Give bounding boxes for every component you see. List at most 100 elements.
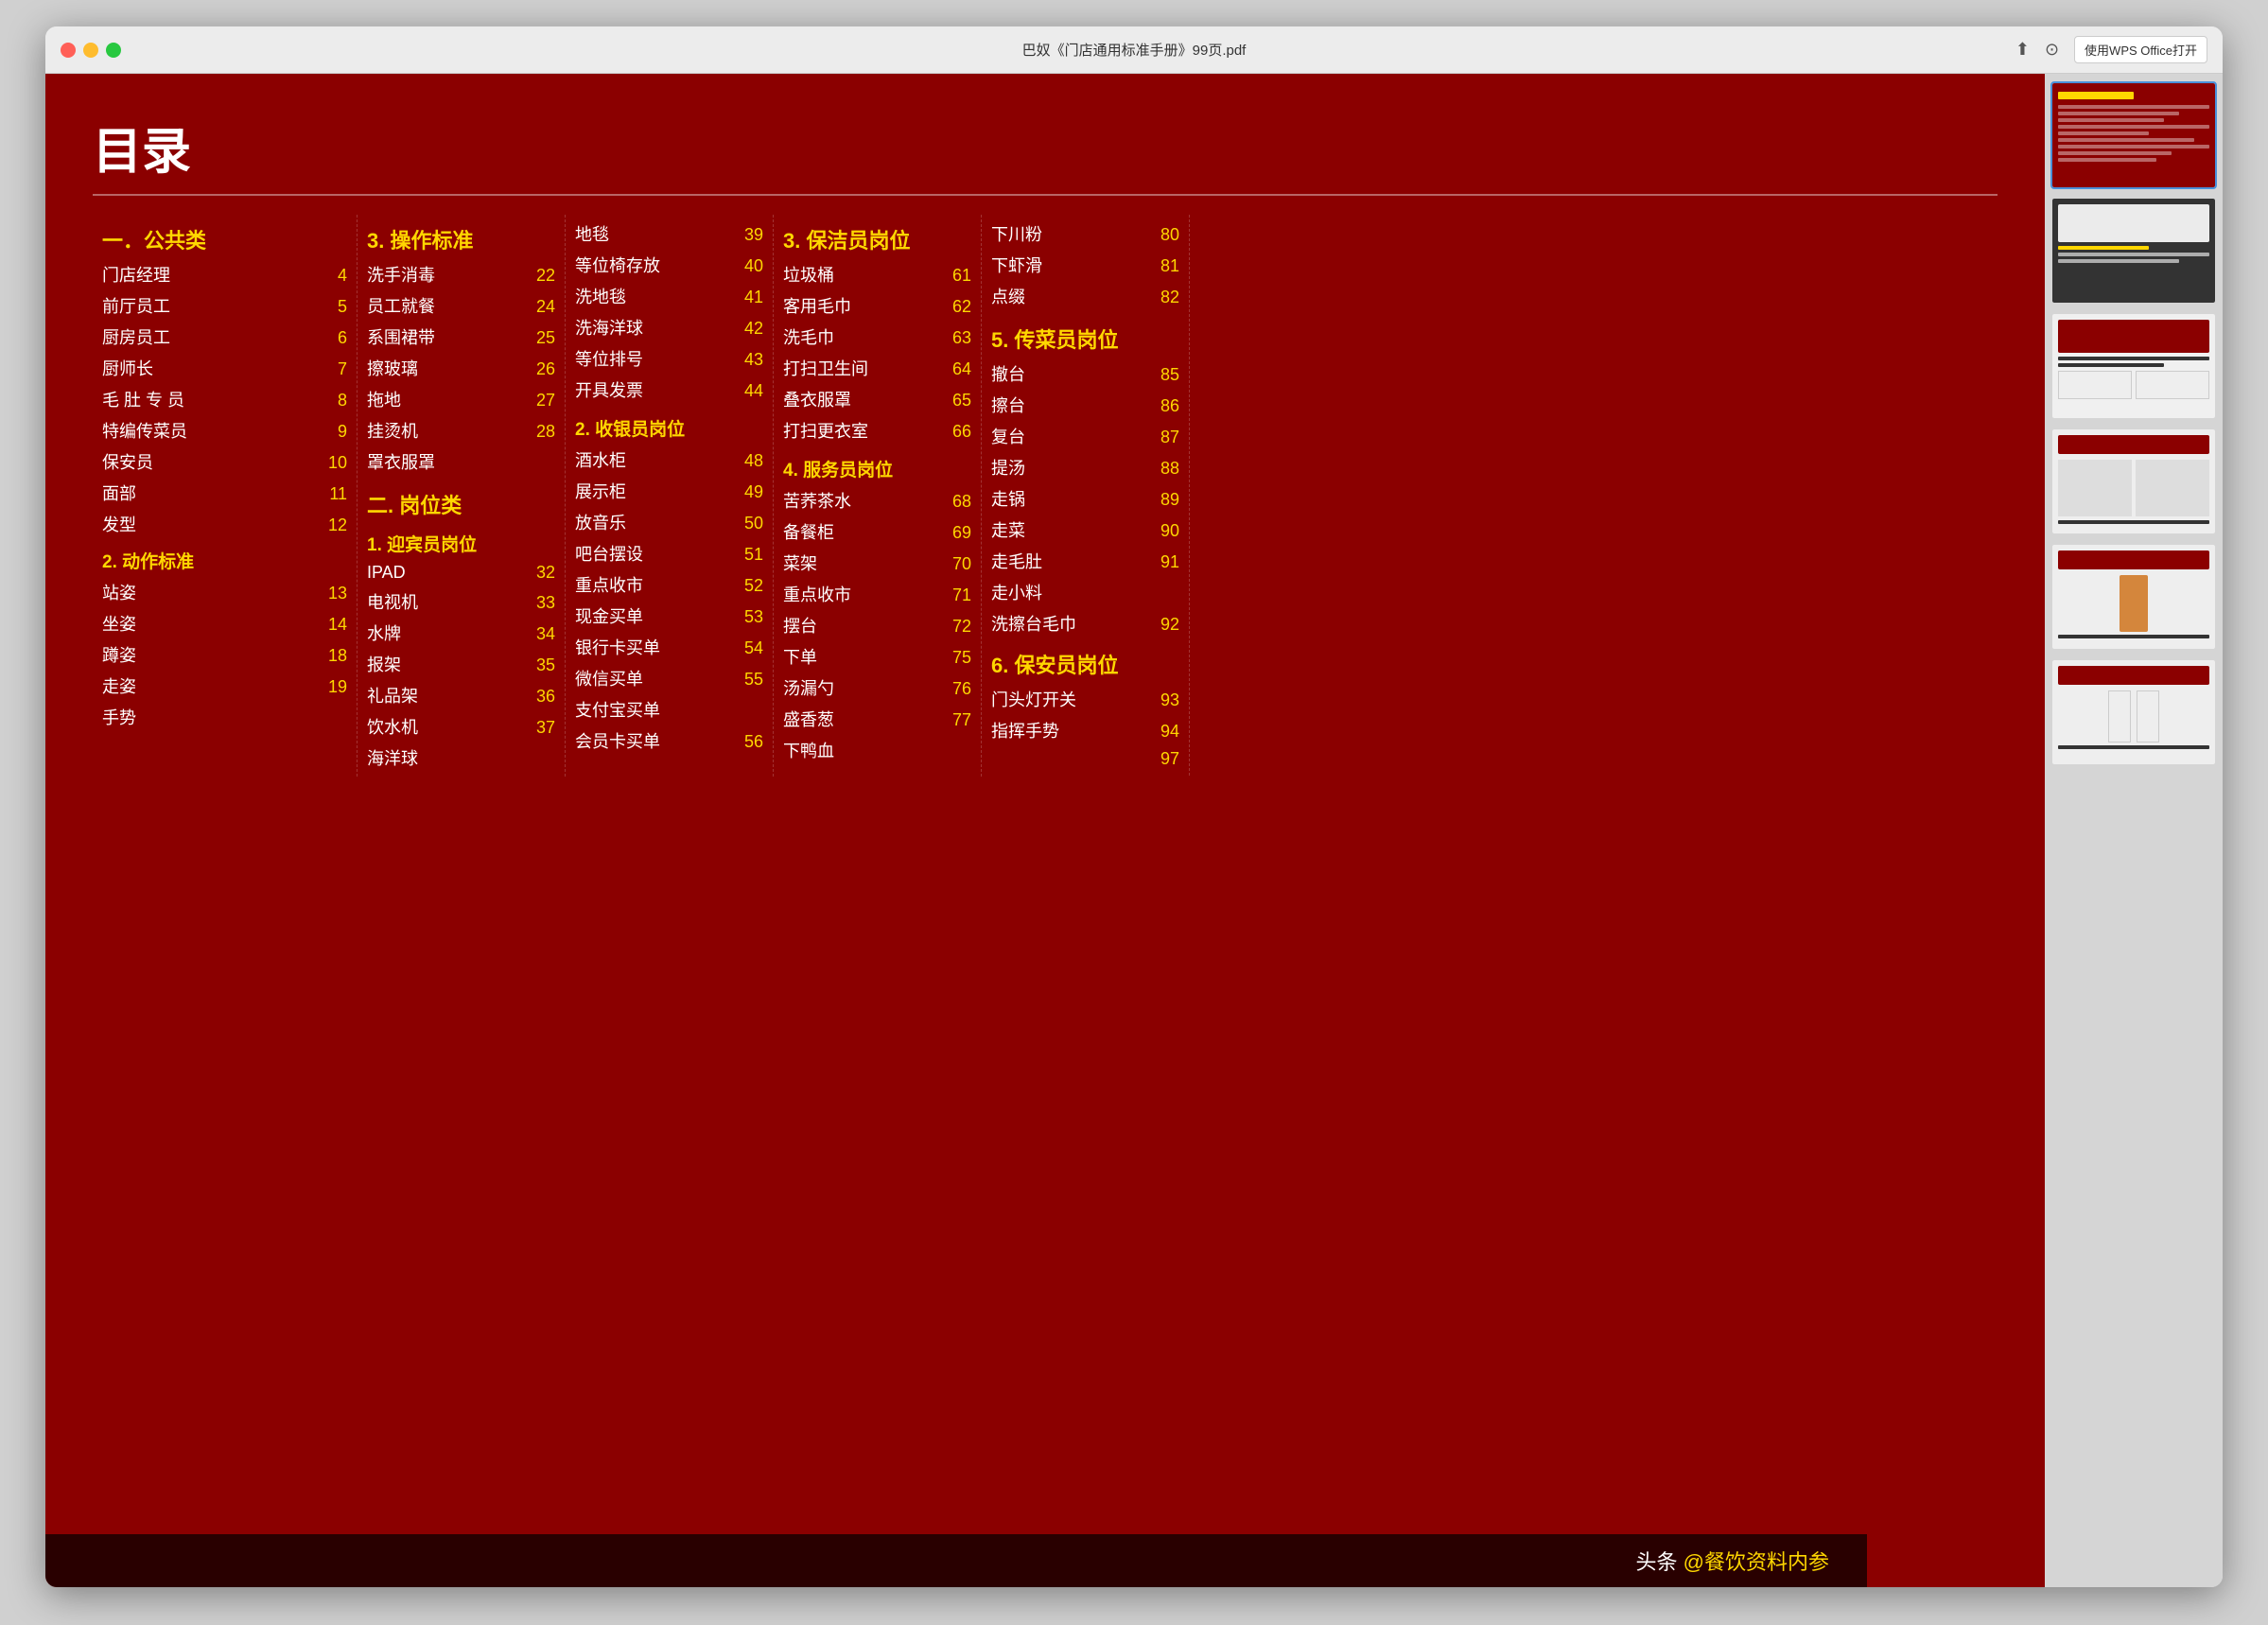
list-item: 开具发票 44 <box>575 377 763 402</box>
list-item: 现金买单 53 <box>575 603 763 628</box>
list-item: 摆台 72 <box>783 613 971 638</box>
list-item: 海洋球 <box>367 745 555 770</box>
list-item: 门头灯开关 93 <box>991 687 1179 711</box>
thumbnail-sidebar[interactable] <box>2045 74 2223 1587</box>
list-item: 厨师长 7 <box>102 356 347 380</box>
bookmark-icon[interactable]: ⊙ <box>2045 40 2059 60</box>
wps-open-button[interactable]: 使用WPS Office打开 <box>2074 36 2207 63</box>
close-button[interactable] <box>61 43 76 58</box>
thumb-img-1 <box>2052 83 2215 187</box>
list-item: 提汤 88 <box>991 455 1179 480</box>
list-item: 擦台 86 <box>991 393 1179 417</box>
content-area: 目录 一．公共类 门店经理 4 前厅员工 5 厨房员工 6 <box>45 74 2223 1587</box>
thumb-4[interactable] <box>2050 428 2217 535</box>
subsection-2-cashier-header: 2. 收银员岗位 <box>575 415 763 441</box>
list-item: 下虾滑 81 <box>991 253 1179 277</box>
toc-col-3: 地毯 39 等位椅存放 40 洗地毯 41 洗海洋球 <box>566 215 774 777</box>
list-item: 指挥手势 94 <box>991 718 1179 743</box>
list-item: 复台 87 <box>991 424 1179 448</box>
list-item: 电视机 33 <box>367 589 555 614</box>
col5-left: 下川粉 80 下虾滑 81 点缀 82 5. 传菜员岗位 <box>991 215 1190 776</box>
list-item: 苦荞茶水 68 <box>783 488 971 513</box>
list-item: 发型 12 <box>102 512 347 536</box>
list-item: 走毛肚 91 <box>991 549 1179 573</box>
list-item: 特编传菜员 9 <box>102 418 347 443</box>
thumb-content-4 <box>2052 429 2215 533</box>
list-item: 下川粉 80 <box>991 221 1179 246</box>
toc-col-4: 3. 保洁员岗位 垃圾桶 61 客用毛巾 62 洗毛巾 63 打扫卫生间 <box>774 215 982 777</box>
list-item: 展示柜 49 <box>575 479 763 503</box>
thumb-img-5 <box>2052 545 2215 649</box>
col5-right <box>1190 215 1388 776</box>
list-item: 走小料 <box>991 580 1179 604</box>
thumb-6[interactable] <box>2050 658 2217 766</box>
thumb-2[interactable] <box>2050 197 2217 305</box>
thumb-img-4 <box>2052 429 2215 533</box>
list-item: 97 <box>991 749 1179 769</box>
thumb-img-2 <box>2052 199 2215 303</box>
thumb-5[interactable] <box>2050 543 2217 651</box>
list-item: 系围裙带 25 <box>367 324 555 349</box>
list-item: 备餐柜 69 <box>783 519 971 544</box>
subsection-1-ying-header: 1. 迎宾员岗位 <box>367 531 555 556</box>
titlebar-right: ⬆ ⊙ 使用WPS Office打开 <box>2015 36 2207 63</box>
thumb-content-2 <box>2052 199 2215 303</box>
section-3op-header: 3. 操作标准 <box>367 224 555 254</box>
list-item: 汤漏勺 76 <box>783 675 971 700</box>
list-item: 站姿 13 <box>102 580 347 604</box>
list-item: 坐姿 14 <box>102 611 347 636</box>
list-item: 酒水柜 48 <box>575 447 763 472</box>
list-item: 打扫更衣室 66 <box>783 418 971 443</box>
list-item: 洗地毯 41 <box>575 284 763 308</box>
thumb-content-6 <box>2052 660 2215 764</box>
footer-watermark: 头条 @餐饮资料内参 <box>1636 1546 1829 1576</box>
toc-main-title: 目录 <box>93 112 1998 196</box>
list-item: 垃圾桶 61 <box>783 262 971 287</box>
list-item: 地毯 39 <box>575 221 763 246</box>
thumb-content-1 <box>2052 83 2215 187</box>
list-item: 洗擦台毛巾 92 <box>991 611 1179 636</box>
list-item: 微信买单 55 <box>575 666 763 690</box>
list-item: IPAD 32 <box>367 563 555 583</box>
list-item: 打扫卫生间 64 <box>783 356 971 380</box>
list-item: 放音乐 50 <box>575 510 763 534</box>
col5-inner: 下川粉 80 下虾滑 81 点缀 82 5. 传菜员岗位 <box>991 215 1388 776</box>
titlebar: 巴奴《门店通用标准手册》99页.pdf ⬆ ⊙ 使用WPS Office打开 <box>45 26 2223 74</box>
col3-spacer: 地毯 39 等位椅存放 40 洗地毯 41 洗海洋球 <box>575 221 763 402</box>
toc-col-2: 3. 操作标准 洗手消毒 22 员工就餐 24 系围裙带 25 擦玻璃 <box>358 215 566 777</box>
thumb-content-3 <box>2052 314 2215 418</box>
list-item: 洗手消毒 22 <box>367 262 555 287</box>
toc-grid: 一．公共类 门店经理 4 前厅员工 5 厨房员工 6 厨师长 <box>93 215 1998 777</box>
list-item: 报架 35 <box>367 652 555 676</box>
list-item: 菜架 70 <box>783 550 971 575</box>
list-item: 门店经理 4 <box>102 262 347 287</box>
minimize-button[interactable] <box>83 43 98 58</box>
section-3-cleaning-header: 3. 保洁员岗位 <box>783 224 971 254</box>
thumb-1[interactable] <box>2050 81 2217 189</box>
list-item: 走菜 90 <box>991 517 1179 542</box>
window: 巴奴《门店通用标准手册》99页.pdf ⬆ ⊙ 使用WPS Office打开 目… <box>45 26 2223 1587</box>
thumb-img-6 <box>2052 660 2215 764</box>
section-5-delivery-header: 5. 传菜员岗位 <box>991 323 1179 354</box>
list-item: 厨房员工 6 <box>102 324 347 349</box>
list-item: 重点收市 52 <box>575 572 763 597</box>
list-item: 点缀 82 <box>991 284 1179 308</box>
thumb-img-3 <box>2052 314 2215 418</box>
list-item: 水牌 34 <box>367 620 555 645</box>
list-item: 叠衣服罩 65 <box>783 387 971 411</box>
maximize-button[interactable] <box>106 43 121 58</box>
window-controls[interactable] <box>61 43 121 58</box>
list-item: 面部 11 <box>102 481 347 505</box>
list-item: 毛 肚 专 员 8 <box>102 387 347 411</box>
list-item: 会员卡买单 56 <box>575 728 763 753</box>
section-6-security-header: 6. 保安员岗位 <box>991 649 1179 679</box>
share-icon[interactable]: ⬆ <box>2015 40 2030 60</box>
list-item: 饮水机 37 <box>367 714 555 739</box>
list-item: 罩衣服罩 <box>367 449 555 474</box>
list-item: 蹲姿 18 <box>102 642 347 667</box>
list-item: 支付宝买单 <box>575 697 763 722</box>
list-item: 盛香葱 77 <box>783 707 971 731</box>
thumb-3[interactable] <box>2050 312 2217 420</box>
list-item: 等位椅存放 40 <box>575 253 763 277</box>
footer-bar: 头条 @餐饮资料内参 <box>45 1534 1867 1587</box>
